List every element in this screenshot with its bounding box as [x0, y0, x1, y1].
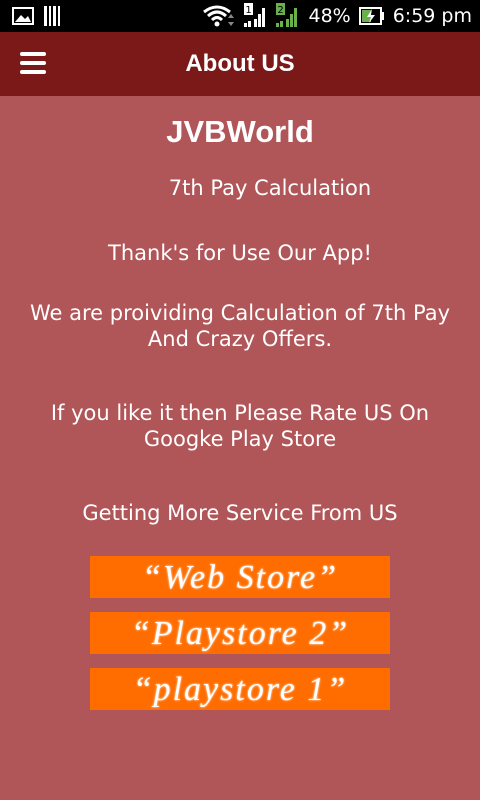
- rate-text-line2: Googke Play Store: [143, 427, 337, 451]
- subtitle: 7th Pay Calculation: [168, 176, 372, 200]
- rate-text-line1: If you like it then Please Rate US On: [50, 401, 430, 425]
- providing-text-line1: We are proividing Calculation of 7th Pay: [29, 301, 451, 325]
- playstore-2-button[interactable]: “Playstore 2”: [90, 612, 390, 654]
- svg-text:1: 1: [246, 5, 252, 16]
- battery-charging-icon: [358, 7, 384, 25]
- thanks-text: Thank's for Use Our App!: [108, 241, 372, 265]
- hamburger-menu-icon[interactable]: [20, 52, 46, 74]
- page-title: About US: [185, 50, 295, 77]
- providing-text-line2: And Crazy Offers.: [147, 327, 333, 351]
- playstore-1-button[interactable]: “playstore 1”: [90, 668, 390, 710]
- status-bar-left: [12, 6, 62, 26]
- signal-1-icon: 1: [244, 3, 266, 27]
- more-service-text: Getting More Service From US: [82, 501, 398, 525]
- svg-text:2: 2: [278, 5, 284, 16]
- barcode-icon: [44, 6, 60, 26]
- app-bar: About US: [0, 32, 480, 96]
- clock: 6:59 pm: [392, 5, 472, 27]
- signal-2-icon: 2: [276, 3, 298, 27]
- brand-title: JVBWorld: [166, 114, 314, 149]
- image-icon: [12, 7, 34, 25]
- wifi-icon: [203, 5, 235, 27]
- battery-percent: 48%: [308, 5, 351, 27]
- status-bar: 1 2 48% 6:59 pm: [0, 0, 480, 32]
- status-bar-right: 1 2 48% 6:59 pm: [202, 0, 472, 32]
- about-content: JVBWorld 7th Pay Calculation Thank's for…: [0, 96, 480, 800]
- web-store-button[interactable]: “Web Store”: [90, 556, 390, 598]
